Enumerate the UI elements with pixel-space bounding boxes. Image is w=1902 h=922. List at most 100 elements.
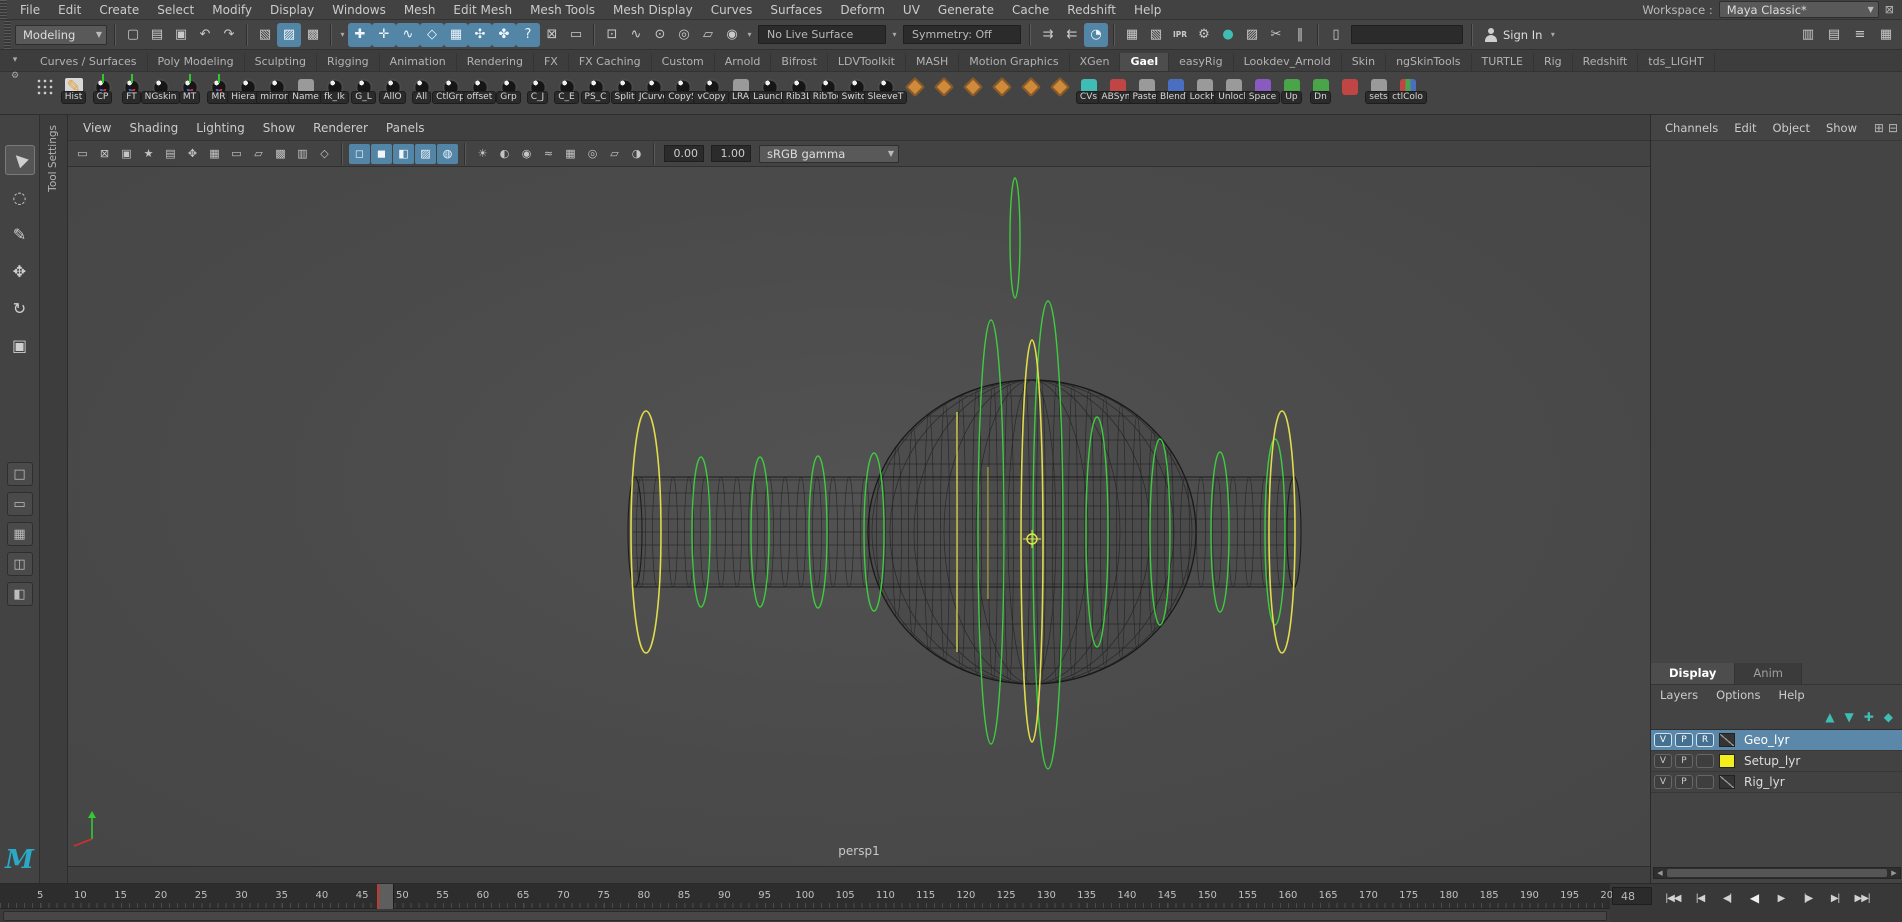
use-default-material-icon[interactable]: ◍ [437, 144, 458, 164]
layer-row[interactable]: V P Rig_lyr [1651, 772, 1902, 793]
layer-display-mode-toggle[interactable] [1696, 775, 1714, 789]
symmetry-field[interactable]: Symmetry: Off [903, 25, 1021, 44]
render-current-frame-icon[interactable]: ▧ [1144, 23, 1168, 47]
layer-display-mode-toggle[interactable] [1696, 754, 1714, 768]
pause-viewport-icon[interactable]: ‖ [1288, 23, 1312, 47]
select-all-mask-icon[interactable]: ✚ [348, 23, 372, 47]
shelf-item-launch[interactable]: Launch [755, 74, 784, 104]
sidebar-channel-box-icon[interactable]: ▦ [1874, 23, 1898, 47]
select-camera-icon[interactable]: ▭ [72, 144, 93, 164]
step-forward-key-button[interactable]: ▶| [1822, 887, 1848, 909]
layer-playback-toggle[interactable]: P [1675, 733, 1693, 747]
menu-item[interactable]: Generate [929, 0, 1003, 20]
last-tool-icon[interactable]: □ [7, 462, 33, 486]
shelf-item-ctlgrp[interactable]: CtlGrp [436, 74, 465, 104]
layout-four-pane-button[interactable]: ▦ [7, 522, 33, 546]
layer-editor-menu-item[interactable]: Help [1769, 685, 1813, 705]
selection-mask-dropdown-icon[interactable]: ▾ [337, 23, 348, 47]
open-scene-icon[interactable]: ▤ [145, 23, 169, 47]
drag-grip[interactable] [0, 0, 7, 19]
go-to-end-button[interactable]: ▶▶| [1849, 887, 1875, 909]
menu-item[interactable]: Windows [323, 0, 395, 20]
shelf-item-dn[interactable]: Dn [1306, 74, 1335, 104]
shelf-item-pencil[interactable] [1335, 74, 1364, 100]
snap-to-point-icon[interactable]: ⊙ [648, 23, 672, 47]
channel-box-menu-item[interactable]: Show [1818, 118, 1865, 138]
shelf-tab[interactable]: Animation [380, 53, 457, 71]
shelf-item-ps-c[interactable]: PS_C [581, 74, 610, 104]
play-backwards-button[interactable]: ◀ [1741, 887, 1767, 909]
shelf-item-allo[interactable]: AllO [378, 74, 407, 104]
safe-action-icon[interactable]: ◇ [314, 144, 335, 164]
workspace-select[interactable]: Maya Classic* ▼ [1719, 1, 1879, 18]
shelf-item-poly-4[interactable] [987, 74, 1016, 100]
shelf-tab[interactable]: ngSkinTools [1386, 53, 1471, 71]
field-entry-mode-icon[interactable]: ▯ [1324, 23, 1348, 47]
field-chart-icon[interactable]: ▥ [292, 144, 313, 164]
redo-icon[interactable]: ↷ [217, 23, 241, 47]
drag-grip[interactable] [4, 20, 11, 49]
shelf-tab[interactable]: Redshift [1573, 53, 1639, 71]
shelf-tab[interactable]: Rig [1534, 53, 1573, 71]
play-forwards-button[interactable]: ▶ [1768, 887, 1794, 909]
input-connections-icon[interactable]: ⇉ [1036, 23, 1060, 47]
range-slider[interactable] [0, 909, 1610, 922]
shelf-item-up[interactable]: Up [1277, 74, 1306, 104]
shelf-item-mt[interactable]: MT [175, 74, 204, 104]
layer-editor-tab[interactable]: Anim [1735, 663, 1802, 684]
quick-entry-field[interactable] [1351, 25, 1463, 44]
layer-new-from-selected-icon[interactable]: ◆ [1884, 710, 1893, 724]
shelf-tab[interactable]: Custom [652, 53, 715, 71]
step-back-frame-button[interactable]: ◀| [1714, 887, 1740, 909]
select-handles-mask-icon[interactable]: ✛ [372, 23, 396, 47]
separator[interactable] [246, 24, 248, 46]
layer-editor-menu-item[interactable]: Layers [1651, 685, 1707, 705]
layout-outliner-pane-button[interactable]: ◧ [7, 582, 33, 606]
film-gate-icon[interactable]: ▭ [226, 144, 247, 164]
separator[interactable] [330, 24, 332, 46]
gamma-field[interactable]: 1.00 [711, 145, 751, 162]
time-slider[interactable]: 5101520253035404550556065707580859095100… [0, 884, 1610, 909]
select-polygons-mask-icon[interactable]: ▦ [444, 23, 468, 47]
launch-cut-icon[interactable]: ✂ [1264, 23, 1288, 47]
hypershade-icon[interactable]: ● [1216, 23, 1240, 47]
shelf-tab[interactable]: Rendering [457, 53, 534, 71]
move-tool[interactable]: ✥ [5, 256, 35, 286]
sign-in-button[interactable]: Sign In ▾ [1478, 23, 1564, 47]
wireframe-icon[interactable]: ◻ [349, 144, 370, 164]
menu-item[interactable]: Edit Mesh [444, 0, 521, 20]
menu-item[interactable]: Mesh [395, 0, 445, 20]
render-texture-icon[interactable]: ▨ [1240, 23, 1264, 47]
scroll-left-icon[interactable]: ◀ [1654, 869, 1666, 877]
snap-to-view-plane-icon[interactable]: ▱ [696, 23, 720, 47]
channel-box-menu-item[interactable]: Object [1765, 118, 1818, 138]
channel-box-display-icon[interactable]: ⊞ [1874, 121, 1884, 135]
layout-single-pane-button[interactable]: ▭ [7, 492, 33, 516]
layer-move-down-icon[interactable]: ▼ [1844, 710, 1853, 724]
snap-to-projected-center-icon[interactable]: ◎ [672, 23, 696, 47]
current-frame-marker[interactable] [377, 884, 394, 909]
shelf-item-popup[interactable] [30, 74, 59, 100]
sidebar-tool-settings-icon[interactable]: ≡ [1848, 23, 1872, 47]
shelf-item-poly-2[interactable] [929, 74, 958, 100]
select-rendering-mask-icon[interactable]: ? [516, 23, 540, 47]
menu-item[interactable]: Cache [1003, 0, 1058, 20]
layer-playback-toggle[interactable]: P [1675, 775, 1693, 789]
shelf-item-hist[interactable]: Hist [59, 74, 88, 104]
viewport-menu-item[interactable]: Renderer [304, 118, 377, 138]
viewport-menu-item[interactable]: Show [254, 118, 304, 138]
undo-icon[interactable]: ↶ [193, 23, 217, 47]
xray-icon[interactable]: ▱ [604, 144, 625, 164]
channel-box-settings-icon[interactable]: ⊟ [1888, 121, 1898, 135]
exposure-icon[interactable]: ◑ [626, 144, 647, 164]
ipr-render-icon[interactable]: IPR [1168, 23, 1192, 47]
layer-visibility-toggle[interactable]: V [1654, 733, 1672, 747]
shelf-tab-menu-icon[interactable]: ▾ [13, 55, 18, 65]
separator[interactable] [1029, 24, 1031, 46]
select-deformations-mask-icon[interactable]: ✣ [468, 23, 492, 47]
shelf-item-name[interactable]: Name [291, 74, 320, 104]
viewport-menu-item[interactable]: Panels [377, 118, 434, 138]
shelf-item-offset[interactable]: offset [465, 74, 494, 104]
menu-item[interactable]: Curves [702, 0, 762, 20]
bookmark-icon[interactable]: ★ [138, 144, 159, 164]
